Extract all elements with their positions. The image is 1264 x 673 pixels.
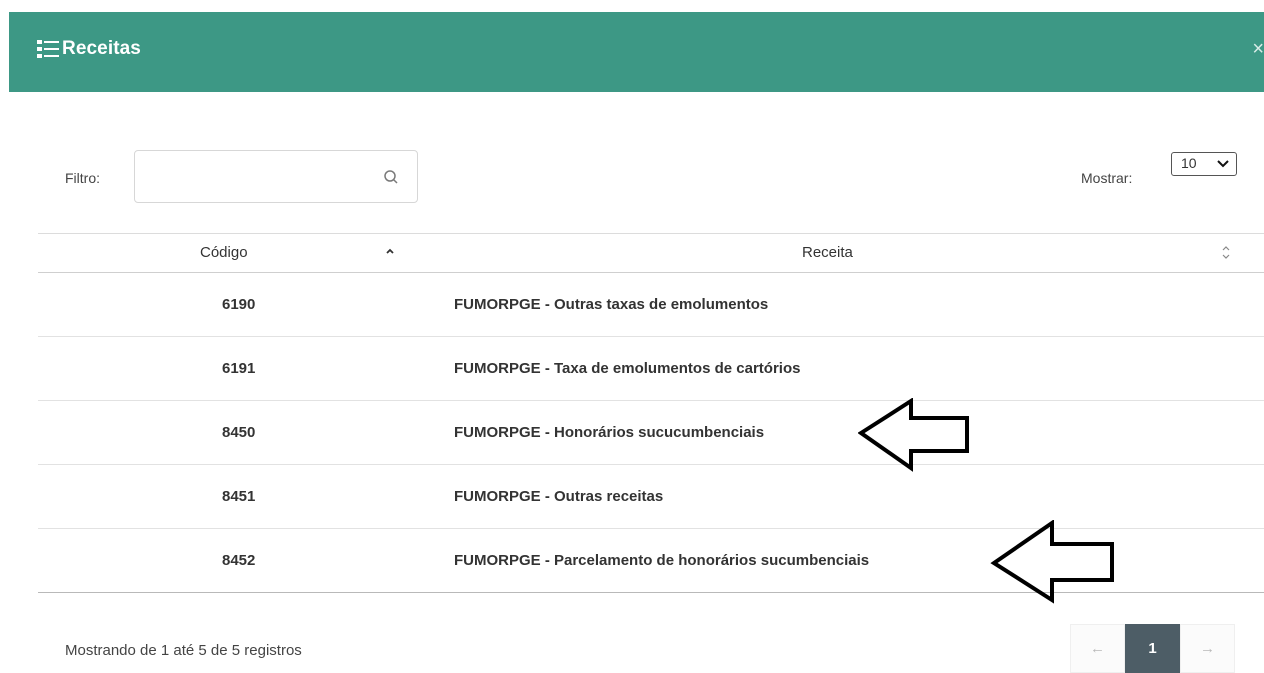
cell-code: 8452 xyxy=(38,528,425,593)
cell-receita: FUMORPGE - Taxa de emolumentos de cartór… xyxy=(425,336,1264,401)
table-row[interactable]: 6190 FUMORPGE - Outras taxas de emolumen… xyxy=(38,272,1264,337)
cell-code: 6191 xyxy=(38,336,425,401)
left-arrow-annotation-icon xyxy=(990,520,1114,604)
sort-both-icon xyxy=(1222,246,1230,259)
left-arrow-annotation-icon xyxy=(858,398,969,472)
table-row[interactable]: 8451 FUMORPGE - Outras receitas xyxy=(38,464,1264,529)
cell-receita: FUMORPGE - Outras receitas xyxy=(425,464,1264,529)
sort-up-icon xyxy=(386,248,394,254)
modal-title: Receitas xyxy=(62,38,141,59)
header-receita-label: Receita xyxy=(802,244,853,261)
filter-input[interactable] xyxy=(143,165,367,191)
header-codigo-label: Código xyxy=(200,244,248,261)
cell-code: 8450 xyxy=(38,400,425,465)
table-header-row: Código Receita xyxy=(38,233,1264,273)
page-1-button[interactable]: 1 xyxy=(1125,624,1180,673)
show-label: Mostrar: xyxy=(1081,170,1133,186)
cell-code: 6190 xyxy=(38,272,425,337)
filter-field[interactable] xyxy=(134,150,418,203)
page-size-value: 10 xyxy=(1181,155,1197,171)
pagination: ← 1 → xyxy=(1070,624,1235,673)
cell-receita: FUMORPGE - Parcelamento de honorários su… xyxy=(425,528,1264,593)
header-receita[interactable]: Receita xyxy=(425,233,1264,273)
modal-header: Receitas × xyxy=(9,12,1264,92)
page-size-select[interactable]: 10 xyxy=(1171,152,1237,176)
search-icon xyxy=(384,170,398,184)
table-row[interactable]: 6191 FUMORPGE - Taxa de emolumentos de c… xyxy=(38,336,1264,401)
prev-page-button[interactable]: ← xyxy=(1070,624,1125,673)
filter-label: Filtro: xyxy=(65,170,100,186)
table-info: Mostrando de 1 até 5 de 5 registros xyxy=(65,642,302,659)
modal-title-wrap: Receitas xyxy=(37,38,141,60)
cell-code: 8451 xyxy=(38,464,425,529)
next-page-button[interactable]: → xyxy=(1180,624,1235,673)
table-row[interactable]: 8450 FUMORPGE - Honorários sucucumbencia… xyxy=(38,400,1264,465)
chevron-down-icon xyxy=(1217,160,1229,168)
header-codigo[interactable]: Código xyxy=(38,233,425,273)
cell-receita: FUMORPGE - Outras taxas de emolumentos xyxy=(425,272,1264,337)
cell-receita: FUMORPGE - Honorários sucucumbenciais xyxy=(425,400,1264,465)
close-icon[interactable]: × xyxy=(1252,38,1264,61)
list-icon xyxy=(37,40,59,58)
